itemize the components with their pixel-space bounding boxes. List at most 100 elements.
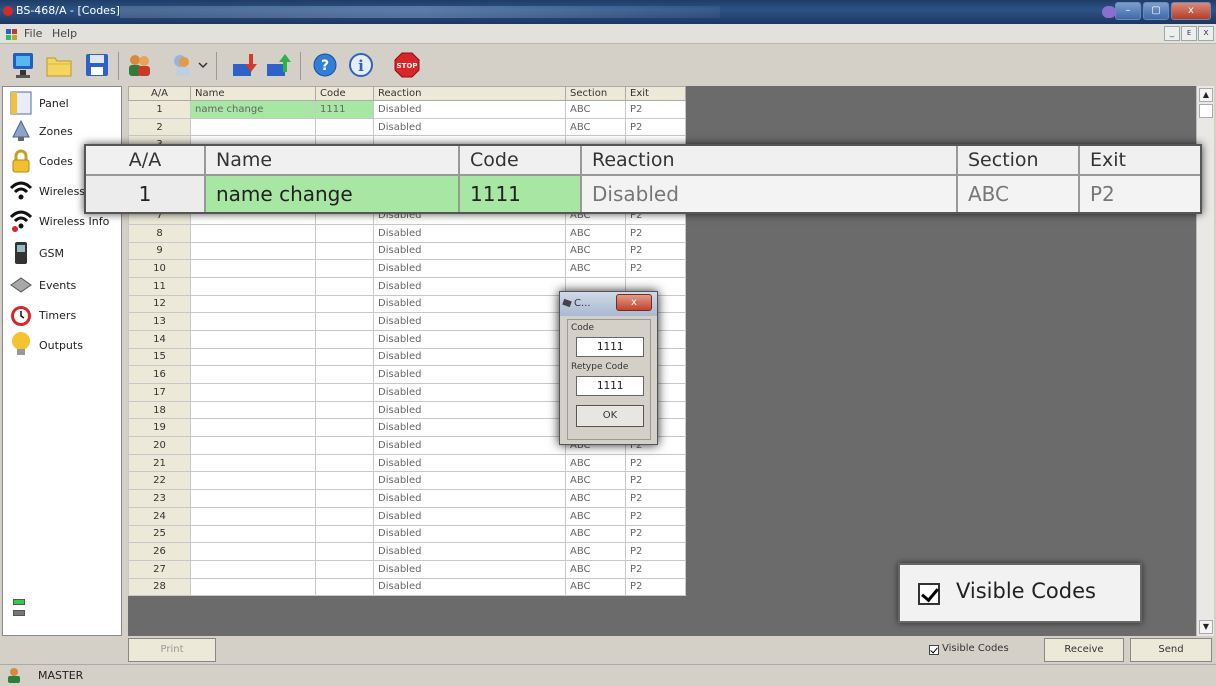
maximize-button[interactable]: ▢ [1143,2,1169,20]
cell-name[interactable] [190,506,316,526]
cell-aa[interactable]: 23 [128,489,191,508]
cell-aa[interactable]: 21 [128,453,191,473]
sidebar-item-panel[interactable]: Panel [9,89,121,117]
cell-name[interactable] [190,400,316,420]
table-row[interactable]: 21 Disabled ABC P2 [128,453,686,473]
cell-aa[interactable]: 20 [128,436,191,455]
cell-aa[interactable]: 17 [128,383,191,402]
cell-exit[interactable]: P2 [625,524,686,544]
table-row[interactable]: 25 Disabled ABC P2 [128,524,686,544]
cell-name[interactable] [190,453,316,473]
cell-aa[interactable]: 2 [128,117,191,137]
visible-codes-checkbox[interactable] [929,645,939,655]
cell-name[interactable] [190,418,316,438]
cell-reaction[interactable]: Disabled [373,259,566,278]
cell-code[interactable] [315,489,374,508]
mdi-restore-button[interactable]: ᴇ [1181,26,1197,41]
cell-reaction[interactable]: Disabled [373,471,566,491]
cell-section[interactable]: ABC [565,453,626,473]
upload-icon[interactable] [264,50,294,80]
cell-aa[interactable]: 22 [128,471,191,491]
cell-aa[interactable]: 15 [128,347,191,367]
cell-name[interactable] [190,524,316,544]
cell-code[interactable]: 1111 [315,100,374,119]
cell-reaction[interactable]: Disabled [373,577,566,597]
cell-section[interactable]: ABC [565,524,626,544]
cell-exit[interactable]: P2 [625,117,686,137]
cell-aa[interactable]: 11 [128,276,191,296]
scroll-up-icon[interactable]: ▲ [1199,88,1213,102]
cell-section[interactable]: ABC [565,223,626,243]
cell-name[interactable] [190,365,316,384]
col-name[interactable]: Name [190,86,316,101]
cell-code[interactable] [315,400,374,420]
table-row[interactable]: 27 Disabled ABC P2 [128,559,686,579]
cell-code[interactable] [315,329,374,349]
cell-section[interactable]: ABC [565,471,626,491]
receive-button[interactable]: Receive [1044,638,1124,662]
cell-code[interactable] [315,347,374,367]
table-row[interactable]: 1 name change 1111 Disabled ABC P2 [128,100,686,119]
cell-name[interactable] [190,312,316,331]
cell-aa[interactable]: 8 [128,223,191,243]
cell-code[interactable] [315,294,374,314]
close-button[interactable]: x [1171,2,1211,20]
cell-code[interactable] [315,453,374,473]
cell-exit[interactable]: P2 [625,453,686,473]
col-aa[interactable]: A/A [128,86,191,101]
cell-aa[interactable]: 28 [128,577,191,597]
cell-code[interactable] [315,418,374,438]
table-row[interactable]: 28 Disabled ABC P2 [128,577,686,597]
col-section[interactable]: Section [565,86,626,101]
cell-aa[interactable]: 26 [128,542,191,561]
cell-code[interactable] [315,559,374,579]
sidebar-item-timers[interactable]: Timers [9,301,121,329]
cell-exit[interactable]: P2 [625,471,686,491]
cell-exit[interactable]: P2 [625,241,686,261]
cell-code[interactable] [315,577,374,597]
cell-section[interactable]: ABC [565,117,626,137]
cell-name[interactable] [190,542,316,561]
users-icon[interactable] [124,50,154,80]
table-row[interactable]: 24 Disabled ABC P2 [128,506,686,526]
cell-name[interactable] [190,329,316,349]
cell-reaction[interactable]: Disabled [373,294,566,314]
mdi-minimize-button[interactable]: _ [1164,26,1180,41]
cell-name[interactable] [190,117,316,137]
cell-code[interactable] [315,506,374,526]
cell-name[interactable] [190,436,316,455]
cell-code[interactable] [315,365,374,384]
open-folder-icon[interactable] [44,50,74,80]
cell-name[interactable] [190,276,316,296]
cell-reaction[interactable]: Disabled [373,117,566,137]
retype-code-input[interactable]: 1111 [576,376,644,396]
cell-name[interactable] [190,559,316,579]
scroll-thumb[interactable] [1199,104,1213,118]
cell-reaction[interactable]: Disabled [373,489,566,508]
cell-name[interactable] [190,489,316,508]
table-row[interactable]: 2 Disabled ABC P2 [128,117,686,137]
menu-file[interactable]: File [24,27,42,40]
cell-reaction[interactable]: Disabled [373,365,566,384]
cell-reaction[interactable]: Disabled [373,276,566,296]
minimize-button[interactable]: – [1115,2,1141,20]
print-button[interactable]: Print [128,638,216,662]
cell-reaction[interactable]: Disabled [373,329,566,349]
cell-code[interactable] [315,383,374,402]
cell-section[interactable]: ABC [565,559,626,579]
cell-aa[interactable]: 18 [128,400,191,420]
sidebar-item-events[interactable]: Events [9,271,121,299]
code-input[interactable]: 1111 [576,337,644,357]
cell-reaction[interactable]: Disabled [373,100,566,119]
table-row[interactable]: 22 Disabled ABC P2 [128,471,686,491]
connect-icon[interactable] [8,50,38,80]
cell-aa[interactable]: 25 [128,524,191,544]
cell-exit[interactable]: P2 [625,223,686,243]
cell-code[interactable] [315,471,374,491]
cell-name[interactable] [190,259,316,278]
cell-section[interactable]: ABC [565,542,626,561]
cell-exit[interactable]: P2 [625,100,686,119]
cell-exit[interactable]: P2 [625,542,686,561]
cell-reaction[interactable]: Disabled [373,453,566,473]
col-exit[interactable]: Exit [625,86,686,101]
